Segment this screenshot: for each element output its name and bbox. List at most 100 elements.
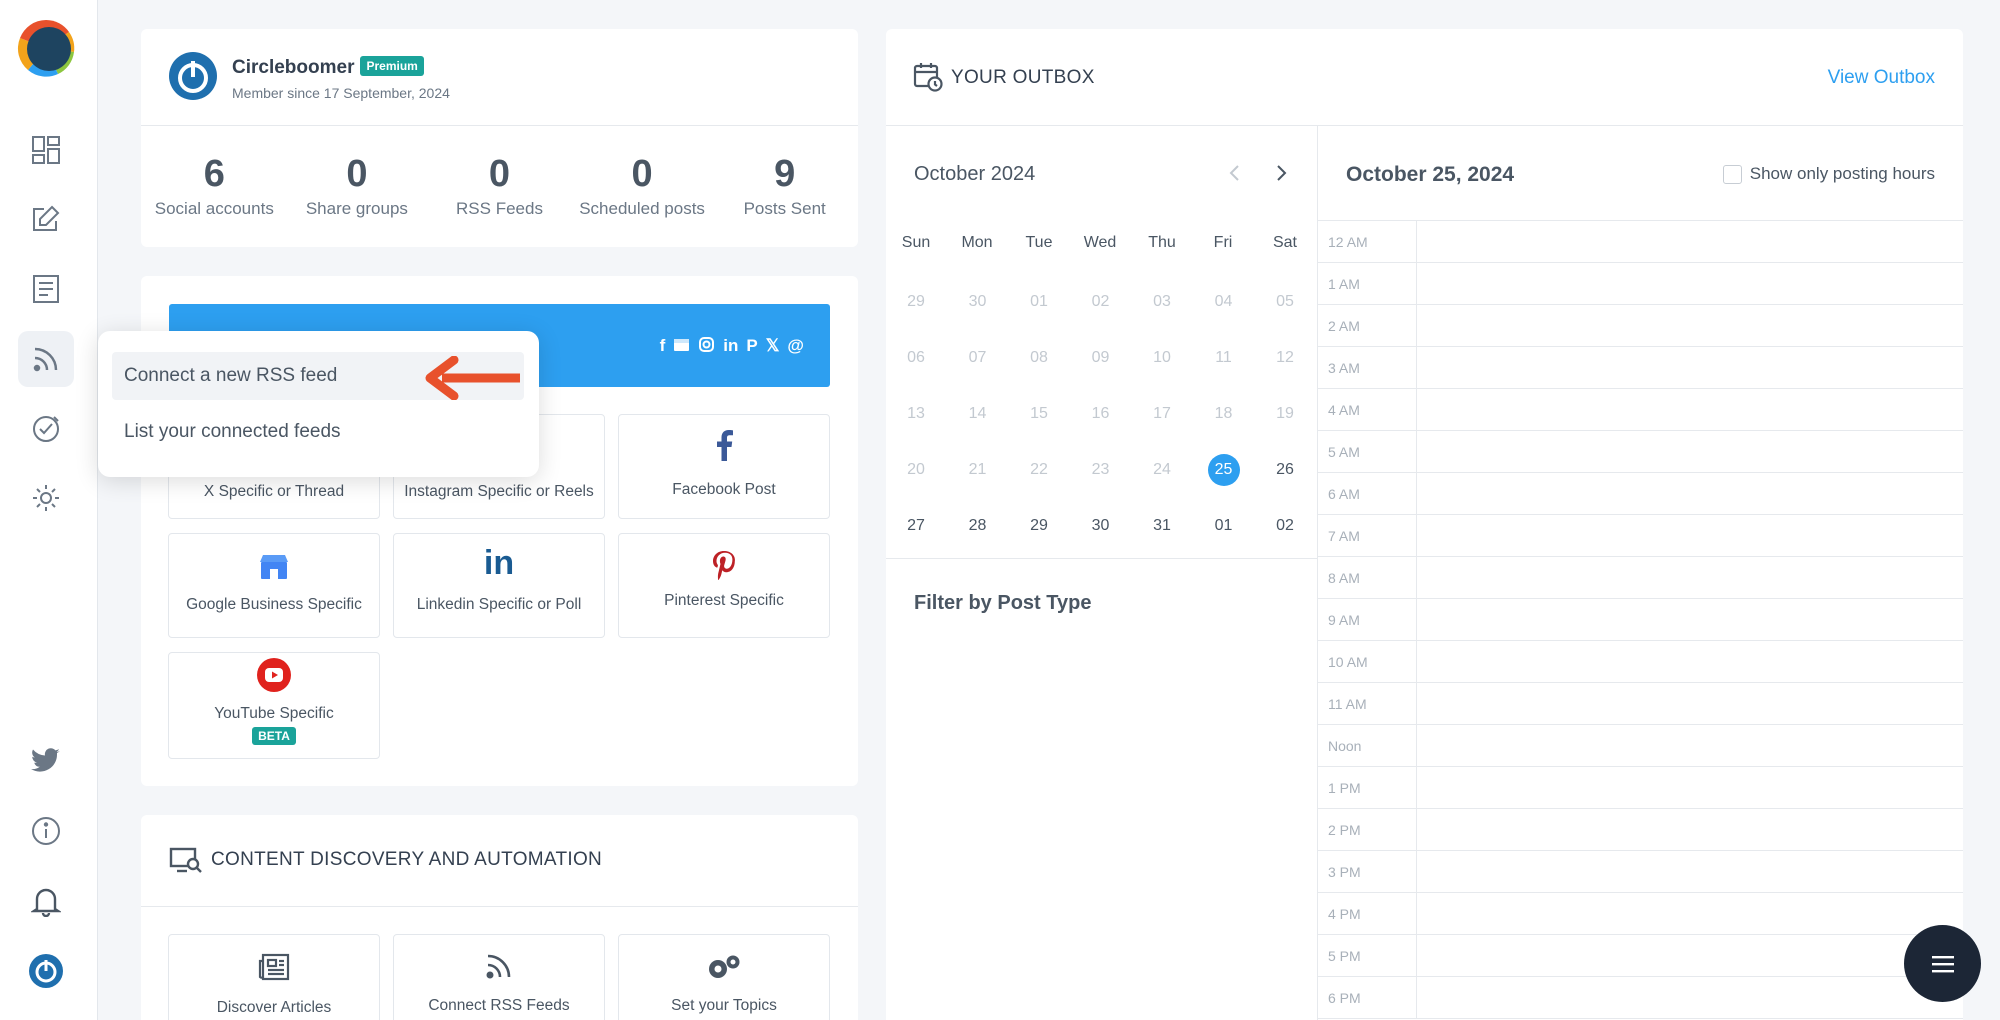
calendar-day[interactable]: 22	[1023, 454, 1055, 486]
hour-slot[interactable]: 12 AM	[1318, 221, 1963, 263]
tile-discover-articles[interactable]: Discover Articles	[168, 934, 380, 1020]
hour-slot[interactable]: 6 AM	[1318, 473, 1963, 515]
hour-slot[interactable]: 4 AM	[1318, 389, 1963, 431]
calendar-day[interactable]: 23	[1085, 454, 1117, 486]
hour-slot[interactable]: 8 AM	[1318, 557, 1963, 599]
tile-pinterest-specific[interactable]: Pinterest Specific	[618, 533, 830, 638]
calendar-day[interactable]: 06	[900, 342, 932, 374]
hour-slot[interactable]: 1 PM	[1318, 767, 1963, 809]
hour-slot[interactable]: 3 AM	[1318, 347, 1963, 389]
calendar-day[interactable]: 18	[1208, 398, 1240, 430]
calendar-day[interactable]: 12	[1269, 342, 1301, 374]
calendar-day[interactable]: 15	[1023, 398, 1055, 430]
hour-slot[interactable]: 6 PM	[1318, 977, 1963, 1019]
hour-slot[interactable]: 5 PM	[1318, 935, 1963, 977]
stats-row: 6 Social accounts 0 Share groups 0 RSS Feed…	[141, 126, 858, 246]
calendar-day[interactable]: 08	[1023, 342, 1055, 374]
hour-slot[interactable]: 3 PM	[1318, 851, 1963, 893]
calendar-day[interactable]: 20	[900, 454, 932, 486]
tile-google-business[interactable]: Google Business Specific	[168, 533, 380, 638]
rss-icon[interactable]	[18, 331, 74, 387]
hour-slot[interactable]: 11 AM	[1318, 683, 1963, 725]
calendar-day[interactable]: 16	[1085, 398, 1117, 430]
rss-icon	[394, 935, 604, 981]
calendar-day[interactable]: 09	[1085, 342, 1117, 374]
calendar-day[interactable]: 30	[1085, 510, 1117, 542]
hour-slot[interactable]: 7 AM	[1318, 515, 1963, 557]
calendar-day[interactable]: 07	[962, 342, 994, 374]
calendar-day[interactable]: 25	[1207, 454, 1240, 486]
hour-slot[interactable]: 5 AM	[1318, 431, 1963, 473]
tile-linkedin-specific[interactable]: in Linkedin Specific or Poll	[393, 533, 605, 638]
discovery-title: CONTENT DISCOVERY AND AUTOMATION	[211, 849, 603, 870]
view-outbox-link[interactable]: View Outbox	[1828, 67, 1935, 89]
hour-slot[interactable]: 4 PM	[1318, 893, 1963, 935]
app-logo[interactable]	[14, 16, 78, 80]
weekday-thu: Thu	[1148, 234, 1176, 251]
hour-slot[interactable]: 1 AM	[1318, 263, 1963, 305]
google-business-icon	[169, 534, 379, 580]
menu-fab-button[interactable]	[1904, 925, 1981, 1002]
calendar-day[interactable]: 21	[962, 454, 994, 486]
calendar-day[interactable]: 29	[1023, 510, 1055, 542]
calendar-day[interactable]: 24	[1146, 454, 1178, 486]
stat-rss-feeds[interactable]: 0 RSS Feeds	[429, 153, 569, 219]
calendar-day[interactable]: 05	[1269, 286, 1301, 318]
hour-label: 10 AM	[1328, 654, 1368, 670]
calendar-day[interactable]: 31	[1146, 510, 1178, 542]
posting-hours-label: Show only posting hours	[1749, 164, 1935, 183]
user-avatar[interactable]	[18, 943, 74, 999]
prev-month-icon[interactable]	[1224, 162, 1246, 184]
profile-card: Circleboomer Premium Member since 17 Sept…	[141, 29, 858, 247]
hour-slot[interactable]: 10 AM	[1318, 641, 1963, 683]
tile-set-your-topics[interactable]: Set your Topics	[618, 934, 830, 1020]
settings-icon[interactable]	[18, 470, 74, 526]
stat-scheduled-posts[interactable]: 0 Scheduled posts	[572, 153, 712, 219]
calendar-day[interactable]: 03	[1146, 286, 1178, 318]
hour-slot[interactable]: 2 PM	[1318, 809, 1963, 851]
posting-hours-checkbox[interactable]	[1722, 164, 1742, 184]
calendar-day[interactable]: 11	[1208, 342, 1240, 374]
calendar-day[interactable]: 29	[900, 286, 932, 318]
posting-hours-toggle[interactable]: Show only posting hours	[1722, 164, 1935, 184]
calendar-day[interactable]: 01	[1208, 510, 1240, 542]
calendar-day[interactable]: 28	[962, 510, 994, 542]
calendar-day[interactable]: 17	[1146, 398, 1178, 430]
hour-label: 3 AM	[1328, 360, 1360, 376]
calendar-day[interactable]: 10	[1146, 342, 1178, 374]
annotation-arrow-icon	[424, 356, 524, 400]
calendar-day[interactable]: 30	[962, 286, 994, 318]
hour-label: 2 PM	[1328, 822, 1361, 838]
calendar-day[interactable]: 01	[1023, 286, 1055, 318]
hour-slot[interactable]: 2 AM	[1318, 305, 1963, 347]
list-connected-feeds-item[interactable]: List your connected feeds	[112, 408, 524, 456]
tile-youtube-specific[interactable]: YouTube Specific BETA	[168, 652, 380, 759]
tile-connect-rss-feeds[interactable]: Connect RSS Feeds	[393, 934, 605, 1020]
stat-posts-sent[interactable]: 9 Posts Sent	[715, 153, 855, 219]
hour-slot[interactable]: Noon	[1318, 725, 1963, 767]
next-month-icon[interactable]	[1270, 162, 1292, 184]
stat-share-groups[interactable]: 0 Share groups	[287, 153, 427, 219]
calendar-day[interactable]: 14	[962, 398, 994, 430]
stat-social-accounts[interactable]: 6 Social accounts	[144, 153, 284, 219]
calendar-day[interactable]: 19	[1269, 398, 1301, 430]
calendar-day[interactable]: 02	[1085, 286, 1117, 318]
articles-icon[interactable]	[18, 261, 74, 317]
hour-label: Noon	[1328, 738, 1362, 754]
dashboard-icon[interactable]	[18, 122, 74, 178]
calendar-day[interactable]: 02	[1269, 510, 1301, 542]
hour-label: 7 AM	[1328, 528, 1360, 544]
hour-slot[interactable]: 9 AM	[1318, 599, 1963, 641]
twitter-icon[interactable]	[18, 733, 74, 789]
calendar-day[interactable]: 13	[900, 398, 932, 430]
compose-icon[interactable]	[18, 191, 74, 247]
automation-icon[interactable]	[18, 401, 74, 457]
calendar-day[interactable]: 27	[900, 510, 932, 542]
calendar-day[interactable]: 26	[1269, 454, 1301, 486]
outbox-title: YOUR OUTBOX	[951, 67, 1095, 88]
calendar-day[interactable]: 04	[1208, 286, 1240, 318]
schedule-date: October 25, 2024	[1346, 163, 1515, 186]
info-icon[interactable]	[18, 803, 74, 859]
tile-facebook-post[interactable]: Facebook Post	[618, 414, 830, 519]
notification-bell-icon[interactable]	[18, 873, 74, 929]
